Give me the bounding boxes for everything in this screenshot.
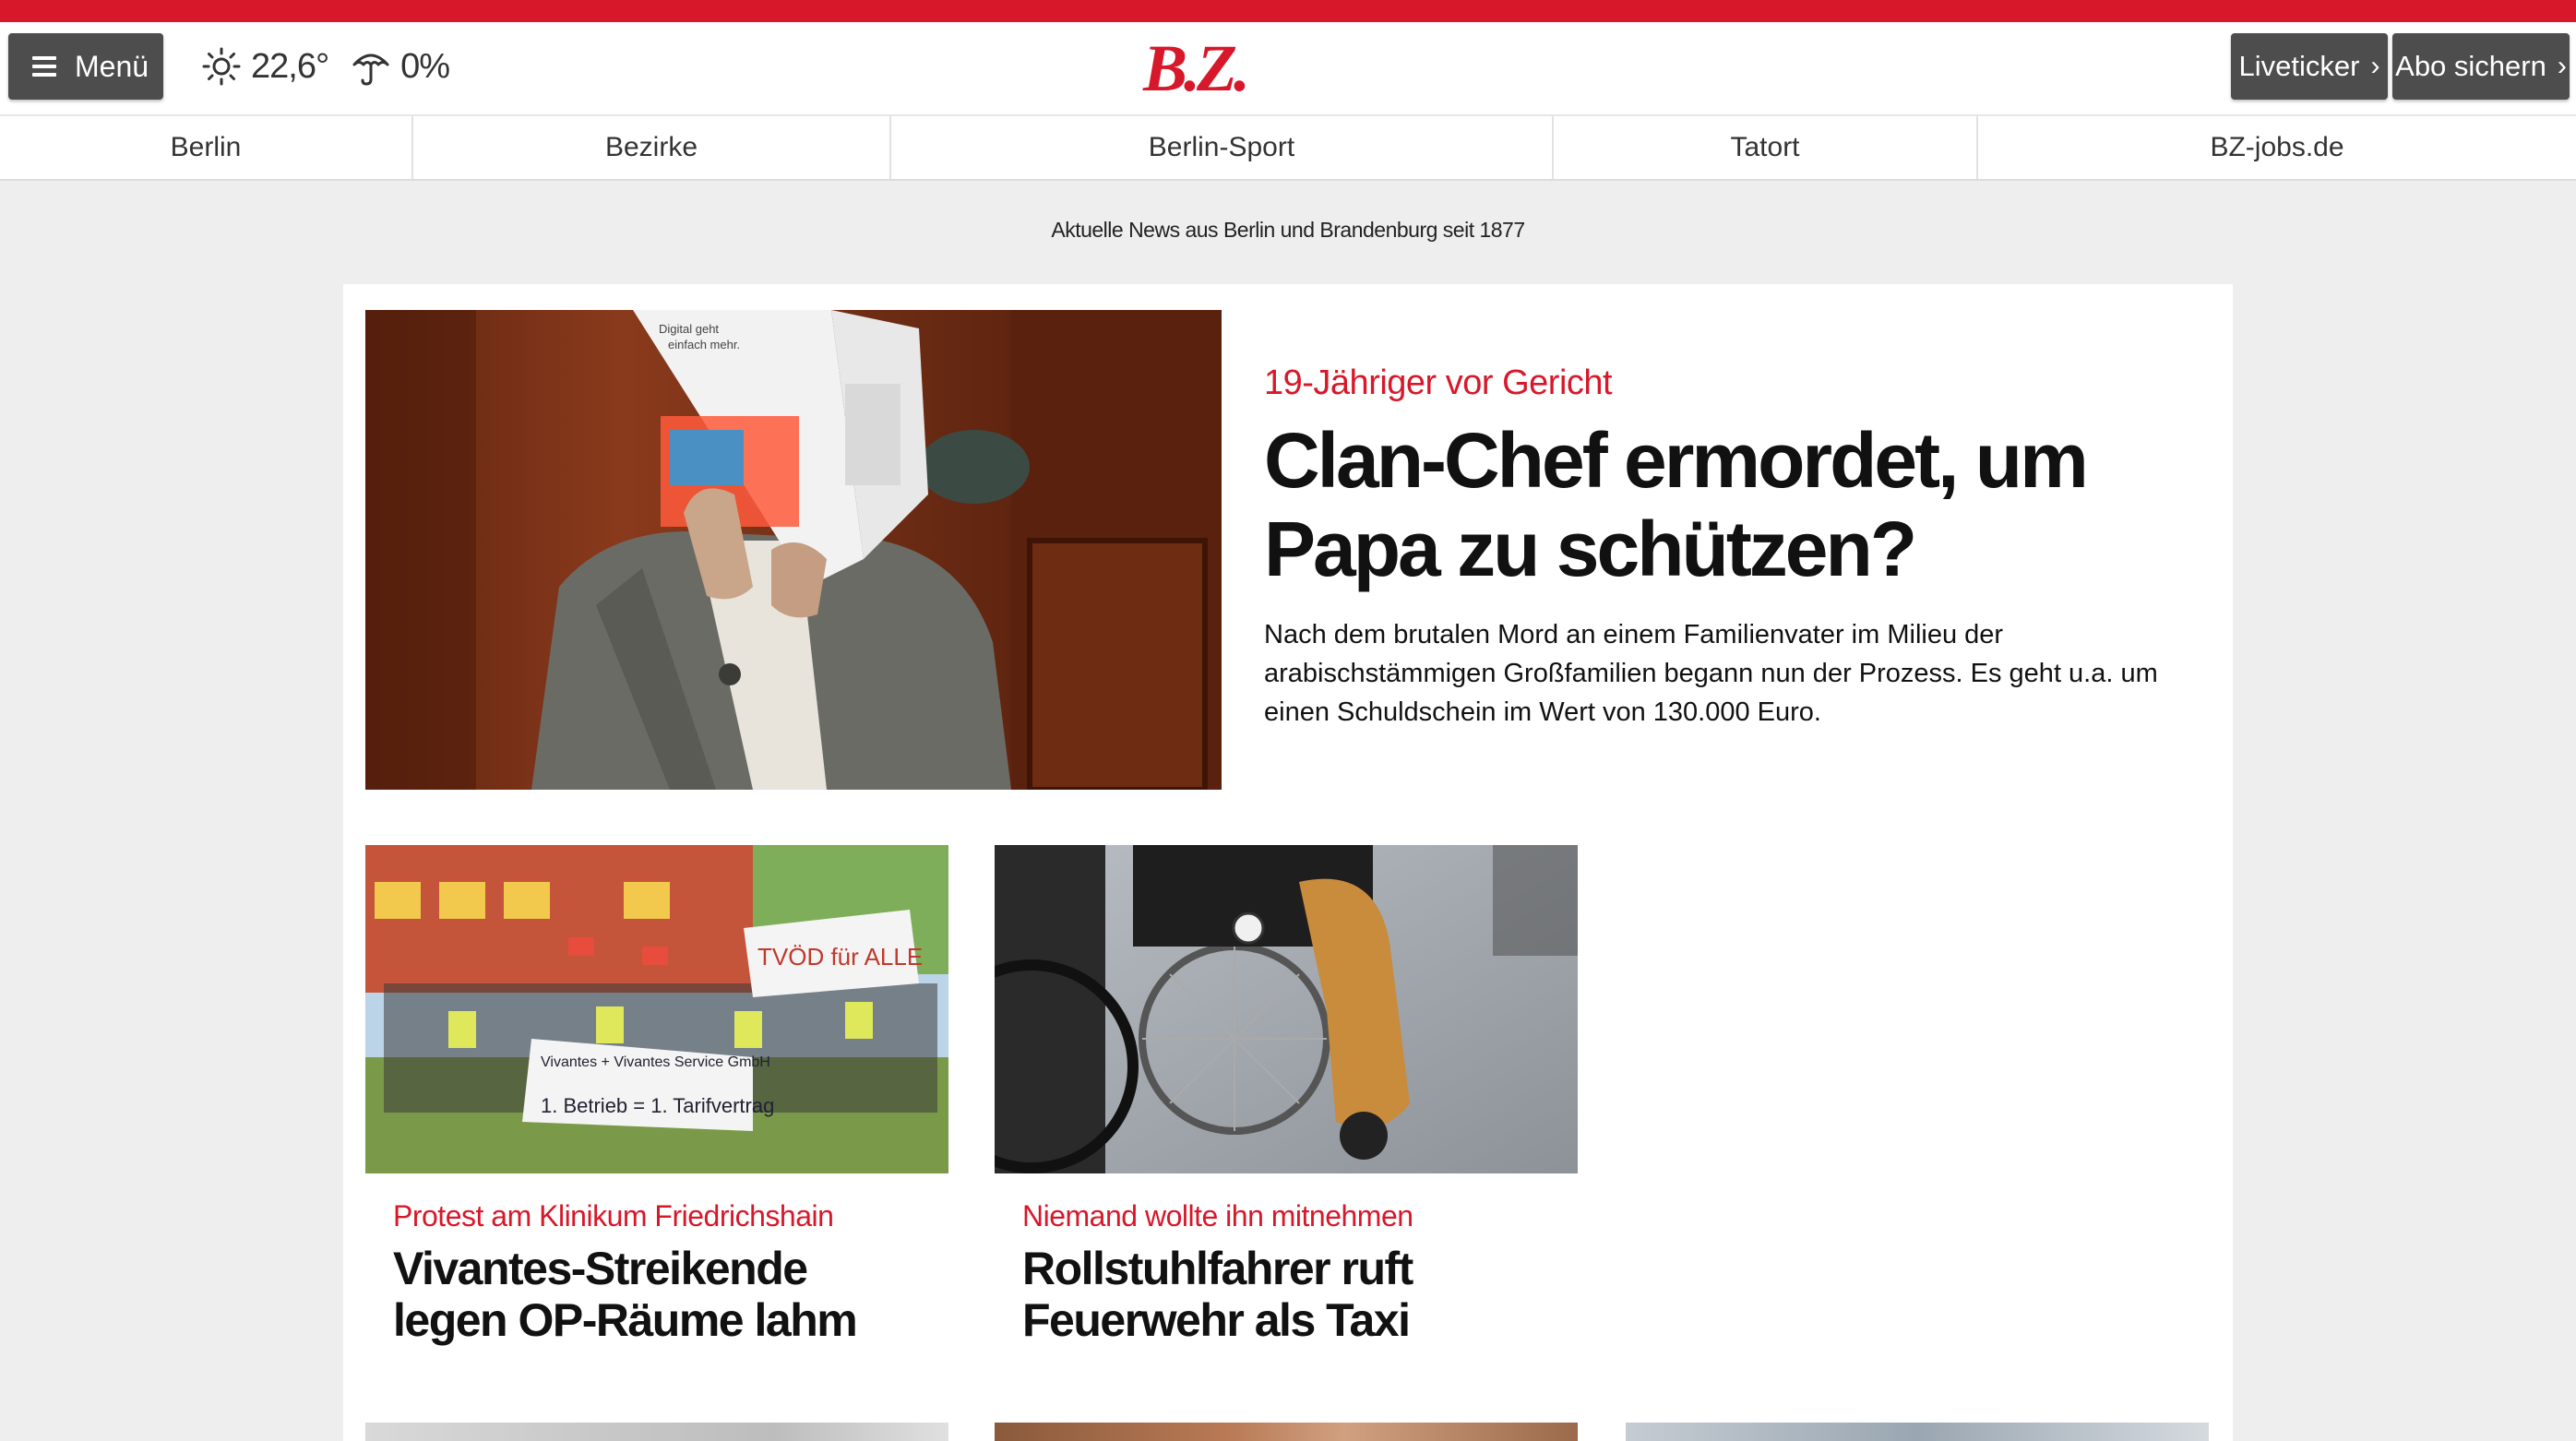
article-kicker: Protest am Klinikum Friedrichshain (393, 1199, 834, 1233)
hero-image[interactable]: Digital geht einfach mehr. (365, 310, 1222, 790)
nav-item-bz-jobs[interactable]: BZ-jobs.de (1978, 116, 2576, 179)
liveticker-button[interactable]: Liveticker › (2231, 33, 2388, 100)
article-image[interactable] (995, 845, 1578, 1173)
chevron-right-icon: › (2557, 51, 2567, 81)
site-header: Menü 22,6° 0% B.Z. Liveticker › Abo sich… (0, 22, 2576, 114)
abo-button[interactable]: Abo sichern › (2392, 33, 2570, 100)
site-tagline: Aktuelle News aus Berlin und Brandenburg… (1051, 218, 1525, 242)
rain-chance-value: 0% (400, 46, 450, 86)
hero-article[interactable]: 19-Jähriger vor Gericht Clan-Chef ermord… (1264, 363, 2187, 732)
sun-icon (202, 47, 241, 86)
article-image[interactable]: Vivantes + Vivantes Service GmbH 1. Betr… (365, 845, 948, 1173)
liveticker-label: Liveticker (2238, 50, 2360, 82)
menu-button[interactable]: Menü (8, 33, 163, 100)
article-image[interactable] (365, 1423, 948, 1441)
top-brand-bar (0, 0, 2576, 22)
nav-label: Berlin-Sport (1148, 132, 1295, 162)
svg-text:Digital geht: Digital geht (659, 322, 719, 336)
hero-teaser: Nach dem brutalen Mord an einem Familien… (1264, 620, 2158, 727)
article-kicker: Niemand wollte ihn mitnehmen (1022, 1199, 1413, 1233)
hero-kicker: 19-Jähriger vor Gericht (1264, 363, 1613, 402)
article-headline[interactable]: Rollstuhlfahrer ruft Feuerwehr als Taxi (1022, 1243, 1550, 1346)
weather-widget[interactable]: 22,6° 0% (201, 41, 462, 92)
hero-headline[interactable]: Clan-Chef ermordet, um Papa zu schützen? (1264, 416, 2187, 593)
main-navigation: Berlin Bezirke Berlin-Sport Tatort BZ-jo… (0, 114, 2576, 181)
content-card: Digital geht einfach mehr. 19-Jähriger v… (343, 284, 2233, 1441)
nav-label: Bezirke (604, 132, 698, 162)
nav-label: Tatort (1730, 132, 1800, 162)
nav-label: Berlin (170, 132, 242, 162)
article-headline[interactable]: Vivantes-Streikende legen OP-Räume lahm (393, 1243, 921, 1346)
umbrella-icon (352, 54, 389, 86)
article-tile[interactable]: Niemand wollte ihn mitnehmen Rollstuhlfa… (995, 845, 1578, 1346)
temperature-value: 22,6° (251, 46, 329, 86)
nav-item-bezirke[interactable]: Bezirke (413, 116, 891, 179)
article-image[interactable] (1626, 1423, 2209, 1441)
bz-logo[interactable]: B.Z. (1116, 30, 1273, 107)
article-tile[interactable]: Vivantes + Vivantes Service GmbH 1. Betr… (365, 845, 948, 1346)
svg-text:Vivantes + Vivantes Service Gm: Vivantes + Vivantes Service GmbH (541, 1054, 770, 1070)
svg-text:einfach mehr.: einfach mehr. (668, 338, 740, 351)
abo-label: Abo sichern (2395, 50, 2546, 82)
svg-text:TVÖD für ALLE: TVÖD für ALLE (757, 943, 923, 971)
nav-item-berlin[interactable]: Berlin (0, 116, 413, 179)
nav-item-berlin-sport[interactable]: Berlin-Sport (891, 116, 1554, 179)
logo-text: B.Z. (1142, 31, 1246, 105)
nav-label: BZ-jobs.de (2210, 132, 2344, 162)
hamburger-icon (32, 56, 56, 77)
svg-text:1. Betrieb = 1. Tarifvertrag: 1. Betrieb = 1. Tarifvertrag (541, 1094, 774, 1117)
nav-item-tatort[interactable]: Tatort (1554, 116, 1978, 179)
chevron-right-icon: › (2370, 51, 2380, 81)
menu-label: Menü (75, 49, 149, 83)
article-image[interactable] (995, 1423, 1578, 1441)
